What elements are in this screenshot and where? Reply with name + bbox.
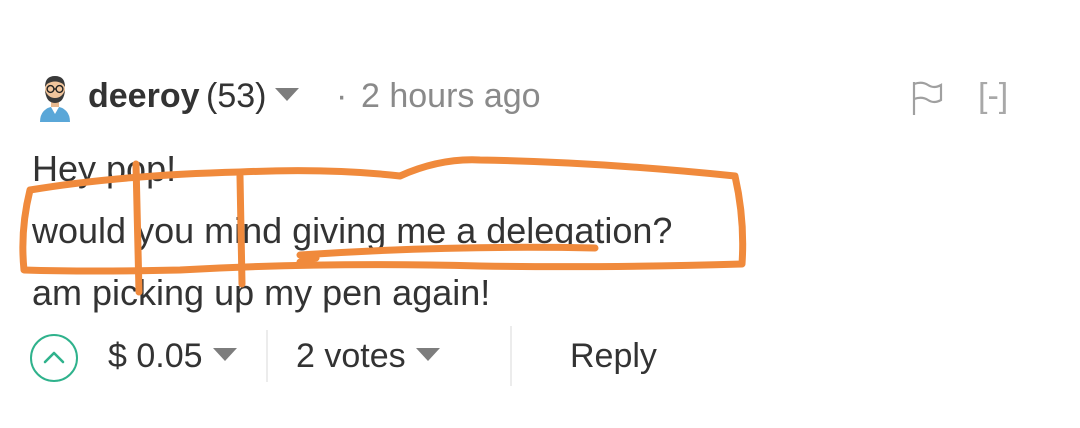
comment-body-line: would you mind giving me a delegation? (32, 210, 673, 251)
author-name[interactable]: deeroy (88, 76, 200, 116)
author-reputation: (53) (206, 77, 267, 115)
upvote-button[interactable] (30, 334, 78, 382)
votes-dropdown-chevron-down-icon[interactable] (416, 348, 440, 361)
collapse-toggle[interactable]: [-] (978, 76, 1008, 116)
reply-button[interactable]: Reply (570, 336, 657, 376)
comment-header: deeroy (53) · 2 hours ago [-] (30, 68, 1050, 124)
comment-body-line: Hey pop! (32, 148, 177, 189)
footer-divider (510, 326, 512, 386)
bearded-man-avatar-icon[interactable] (34, 72, 76, 122)
comment: deeroy (53) · 2 hours ago [-] Hey pop! w… (0, 0, 1080, 428)
comment-body: Hey pop! would you mind giving me a dele… (32, 138, 672, 324)
flag-icon[interactable] (910, 80, 944, 116)
chevron-up-circle-icon (43, 351, 65, 364)
author-dropdown-chevron-down-icon[interactable] (275, 88, 299, 101)
separator-dot: · (336, 77, 348, 115)
votes-count[interactable]: 2 votes (296, 336, 406, 376)
payout-value[interactable]: $ 0.05 (108, 336, 203, 376)
comment-body-line: am picking up my pen again! (32, 272, 491, 313)
footer-divider (266, 330, 268, 382)
payout-dropdown-chevron-down-icon[interactable] (213, 348, 237, 361)
comment-footer: $ 0.05 2 votes Reply (30, 326, 1050, 386)
comment-timestamp[interactable]: 2 hours ago (361, 76, 541, 116)
